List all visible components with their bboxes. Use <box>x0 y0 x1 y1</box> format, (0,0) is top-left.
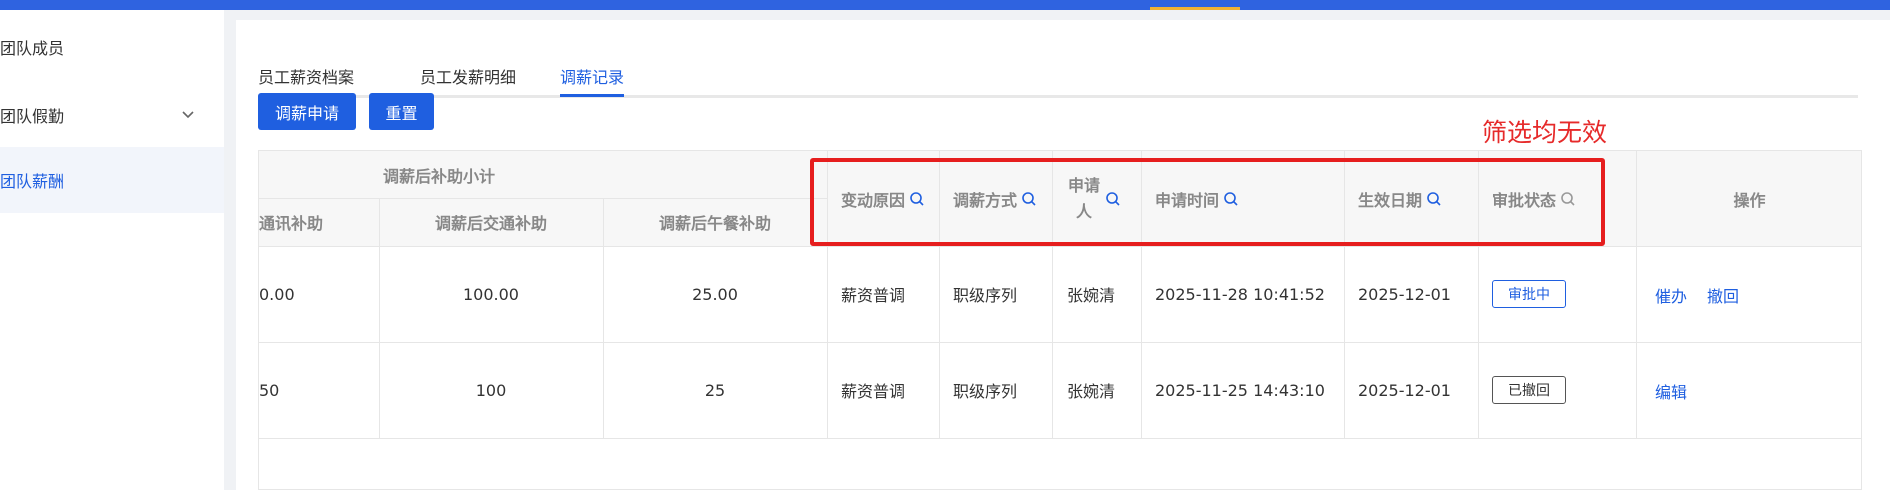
urge-link[interactable]: 催办 <box>1655 283 1687 307</box>
sidebar-item-label: 团队假勤 <box>0 107 65 126</box>
sidebar-item-team-members[interactable]: 团队成员 <box>0 14 224 80</box>
column-header-meal: 调薪后午餐补助 <box>658 214 771 233</box>
top-nav-bar <box>0 0 1890 10</box>
cell-telecom: 50 <box>259 380 280 400</box>
tab-bar: 员工薪资档案 员工发薪明细 调薪记录 <box>258 40 1858 98</box>
edit-link[interactable]: 编辑 <box>1655 379 1687 403</box>
cell-meal: 25.00 <box>692 284 738 304</box>
cell-apply-time: 2025-11-28 10:41:52 <box>1155 284 1325 304</box>
top-nav-active-indicator <box>1150 7 1240 10</box>
sidebar: 团队成员 团队假勤 团队薪酬 <box>0 10 224 490</box>
cell-telecom: 0.00 <box>259 284 295 304</box>
cell-meal: 25 <box>704 380 726 400</box>
cell-effective-date: 2025-12-01 <box>1358 284 1451 304</box>
salary-adjust-apply-button[interactable]: 调薪申请 <box>258 93 356 130</box>
reset-button[interactable]: 重置 <box>369 93 434 130</box>
cell-method: 职级序列 <box>953 286 1018 305</box>
chevron-down-icon <box>182 111 194 119</box>
row-divider <box>259 438 1861 439</box>
cell-apply-time: 2025-11-25 14:43:10 <box>1155 380 1325 400</box>
tab-salary-adjust-records[interactable]: 调薪记录 <box>560 64 624 88</box>
sidebar-item-label: 团队薪酬 <box>0 172 65 191</box>
cell-transport: 100.00 <box>463 284 519 304</box>
column-header-transport: 调薪后交通补助 <box>434 214 547 233</box>
cell-reason: 薪资普调 <box>841 382 906 401</box>
group-header-subsidy: 调薪后补助小计 <box>382 166 495 186</box>
status-badge: 已撤回 <box>1492 376 1566 404</box>
column-header-telecom: 通讯补助 <box>259 214 324 233</box>
cell-transport: 100 <box>475 380 507 400</box>
annotation-text: 筛选均无效 <box>1482 118 1608 147</box>
cell-applicant: 张婉清 <box>1067 286 1116 305</box>
withdraw-link[interactable]: 撤回 <box>1707 283 1739 307</box>
cell-applicant: 张婉清 <box>1067 382 1116 401</box>
status-badge: 审批中 <box>1492 280 1566 308</box>
sidebar-item-team-attendance[interactable]: 团队假勤 <box>0 82 224 148</box>
active-tab-indicator <box>560 94 624 97</box>
column-header-actions: 操作 <box>1733 190 1766 210</box>
cell-effective-date: 2025-12-01 <box>1358 380 1451 400</box>
cell-reason: 薪资普调 <box>841 286 906 305</box>
annotation-highlight-box <box>810 158 1605 246</box>
tab-payroll-details[interactable]: 员工发薪明细 <box>420 64 516 88</box>
main-panel: 员工薪资档案 员工发薪明细 调薪记录 调薪申请 重置 筛选均无效 调薪后补助小计… <box>236 20 1890 490</box>
sidebar-item-team-salary[interactable]: 团队薪酬 <box>0 147 224 213</box>
cell-method: 职级序列 <box>953 382 1018 401</box>
sidebar-item-label: 团队成员 <box>0 39 65 58</box>
tab-salary-archive[interactable]: 员工薪资档案 <box>258 64 354 88</box>
